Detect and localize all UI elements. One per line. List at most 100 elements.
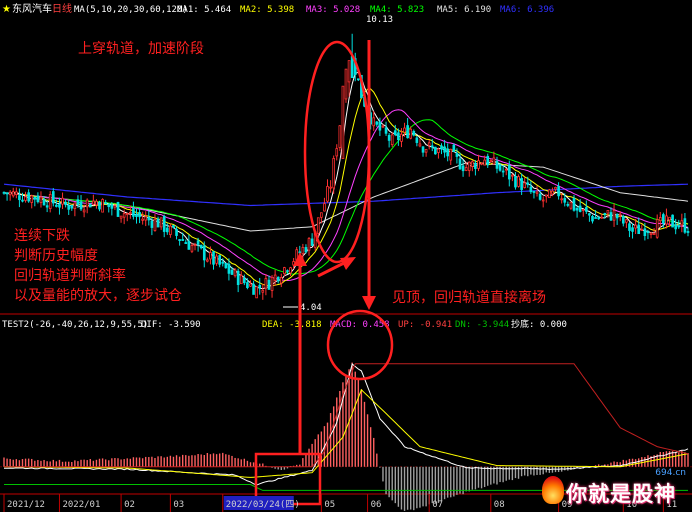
candle-body: [461, 165, 465, 172]
candle-body: [169, 225, 172, 235]
candle-body: [18, 195, 21, 201]
candle-body: [209, 252, 212, 260]
candle-body: [378, 121, 382, 131]
candle-body: [591, 215, 594, 222]
indicator-header: TEST2(-26,-40,26,12,9,55,5) DIF: -3.590 …: [2, 318, 567, 330]
candle-body: [181, 239, 185, 241]
candle-body: [449, 148, 453, 161]
candle-body: [165, 227, 169, 233]
candle-body: [492, 157, 496, 165]
x-tick-label: 2022/03/24(四): [226, 500, 300, 510]
candle-body: [646, 231, 650, 234]
candle-body: [304, 247, 308, 253]
candle-body: [218, 255, 221, 265]
x-tick-label: 2021/12: [7, 500, 45, 510]
candle-body: [233, 269, 237, 277]
candle-body: [464, 167, 468, 171]
x-tick-label: 2022/01: [62, 500, 100, 510]
candle-body: [637, 224, 641, 235]
candle-body: [138, 212, 141, 218]
candle-body: [381, 125, 385, 128]
candle-body: [615, 213, 619, 219]
candle-body: [283, 267, 286, 275]
x-tick-label: 07: [432, 500, 443, 510]
x-tick-label: 06: [371, 500, 382, 510]
annotation-left-line-2: 判断历史幅度: [14, 248, 98, 264]
candle-body: [326, 186, 329, 202]
candle-body: [585, 207, 588, 212]
candle-body: [64, 201, 67, 206]
candle-body: [495, 160, 499, 169]
candle-body: [261, 289, 265, 293]
candle-body: [270, 276, 274, 291]
favorite-star-icon[interactable]: ★: [2, 4, 11, 15]
candle-body: [501, 170, 505, 173]
candle-body: [55, 204, 58, 207]
candle-body: [332, 158, 335, 189]
up-value: UP: -0.941: [398, 320, 452, 330]
candle-body: [474, 162, 477, 169]
candle-body: [2, 191, 6, 194]
candle-body: [437, 148, 440, 153]
period-label[interactable]: 日线: [52, 2, 72, 15]
chart-canvas: ★ 东风汽车 日线 MA(5,10,20,30,60,120) MA1: 5.4…: [0, 2, 692, 512]
candle-body: [70, 205, 74, 209]
candle-body: [51, 191, 55, 204]
dif-value: DIF: -3.590: [141, 320, 201, 330]
candle-body: [529, 186, 533, 193]
x-tick-label: 05: [324, 500, 335, 510]
candle-body: [640, 229, 644, 231]
annotation-left-line-4: 以及量能的放大，逐步试仓: [14, 288, 182, 304]
candle-body: [249, 283, 252, 287]
candle-body: [122, 213, 126, 218]
candle-body: [686, 231, 690, 233]
candle-body: [88, 203, 92, 208]
candle-body: [202, 245, 206, 261]
candle-body: [514, 176, 517, 188]
ma-params: MA(5,10,20,30,60,120): [74, 5, 188, 15]
candle-body: [289, 267, 292, 274]
candle-body: [113, 205, 117, 208]
candle-body: [258, 284, 262, 289]
candle-body: [523, 182, 527, 188]
candle-body: [150, 220, 154, 228]
candle-body: [655, 219, 659, 238]
candle-body: [116, 202, 120, 217]
candle-body: [144, 216, 148, 221]
candle-body: [434, 146, 437, 155]
candle-body: [581, 209, 585, 211]
candle-body: [504, 168, 508, 171]
candle-body: [412, 130, 416, 136]
candle-body: [323, 203, 326, 212]
candle-body: [486, 155, 490, 166]
flame-logo-icon: [542, 476, 564, 504]
candle-body: [24, 196, 27, 201]
candle-body: [609, 212, 613, 221]
candle-body: [430, 145, 434, 148]
candle-body: [61, 197, 64, 205]
candle-body: [600, 216, 604, 219]
candle-body: [634, 224, 637, 229]
candle-body: [196, 240, 200, 245]
candle-body: [397, 132, 400, 141]
candle-body: [243, 277, 246, 284]
candle-body: [548, 189, 551, 199]
annotation-left-line-1: 连续下跌: [14, 227, 70, 244]
candle-body: [566, 204, 570, 206]
candle-body: [575, 207, 579, 211]
ma30-line: [3, 119, 689, 275]
candle-body: [603, 213, 607, 215]
candle-body: [535, 191, 539, 194]
candle-body: [273, 274, 277, 281]
ma60-line: [3, 162, 689, 232]
candle-body: [162, 216, 166, 232]
candle-body: [239, 274, 243, 285]
ma1-value: MA1: 5.464: [177, 5, 231, 15]
candle-body: [680, 220, 684, 226]
candle-body: [193, 244, 197, 247]
candle-body: [625, 219, 628, 223]
candle-body: [335, 148, 339, 157]
candle-body: [341, 85, 345, 160]
candle-body: [212, 251, 215, 265]
candle-body: [477, 160, 480, 169]
